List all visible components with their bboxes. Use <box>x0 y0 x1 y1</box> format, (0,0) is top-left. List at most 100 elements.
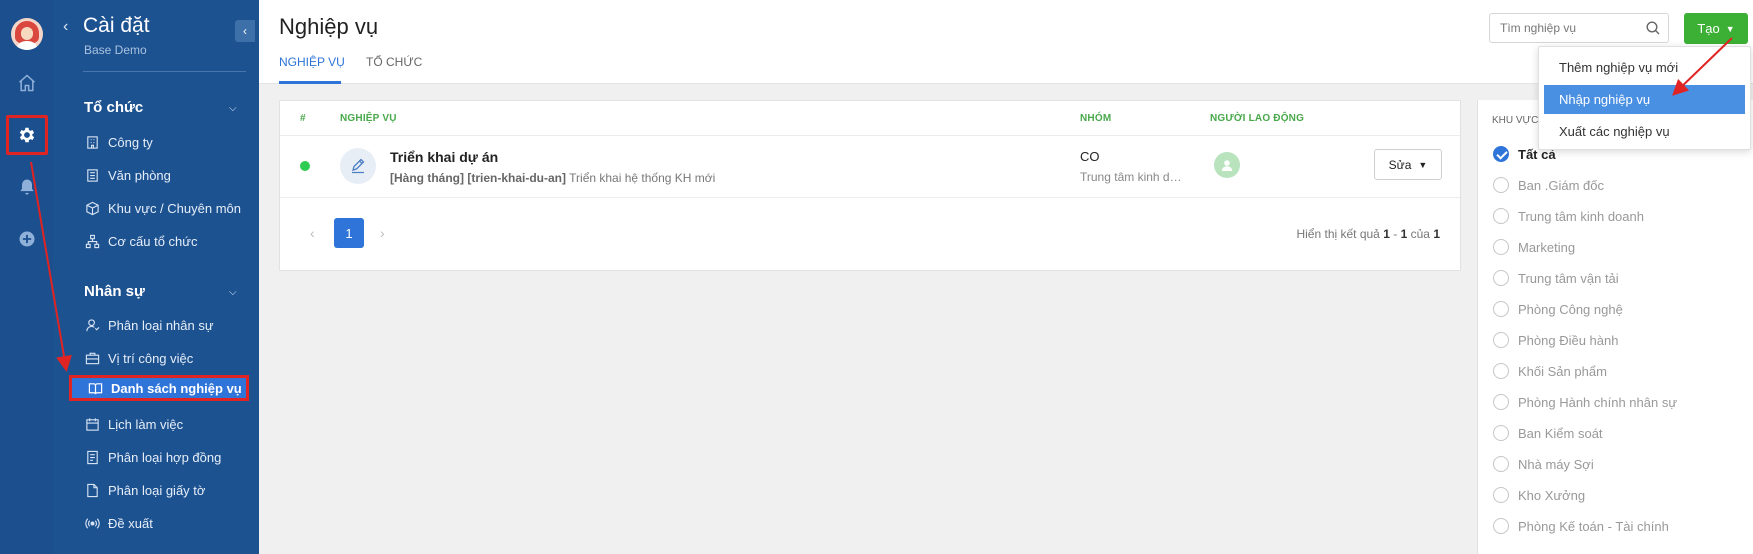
tab-nghiep-vu[interactable]: NGHIỆP VỤ <box>279 55 345 69</box>
task-name[interactable]: Triển khai dự án <box>390 149 498 165</box>
filter-option-label: Khối Sản phẩm <box>1518 363 1607 379</box>
radio-icon <box>1493 394 1509 410</box>
sidebar-item-khu-vuc[interactable]: Khu vực / Chuyên môn <box>84 195 249 221</box>
radio-icon <box>1493 177 1509 193</box>
search-input[interactable] <box>1490 14 1640 42</box>
radio-icon <box>1493 208 1509 224</box>
filter-option-label: Phòng Điều hành <box>1518 332 1619 348</box>
radio-icon <box>1493 301 1509 317</box>
tab-to-chuc[interactable]: TỔ CHỨC <box>366 55 422 69</box>
briefcase-icon <box>84 350 100 366</box>
sidebar-item-label: Phân loại hợp đồng <box>108 449 222 465</box>
radio-icon <box>1493 332 1509 348</box>
contract-icon <box>84 449 100 465</box>
sidebar-item-lich-lam-viec[interactable]: Lịch làm việc <box>84 411 249 437</box>
sidebar-item-label: Cơ cấu tổ chức <box>108 233 198 249</box>
sidebar-subtitle: Base Demo <box>84 43 147 57</box>
radio-icon <box>1493 363 1509 379</box>
radio-icon <box>1493 425 1509 441</box>
filter-option[interactable]: Ban Kiểm soát <box>1493 423 1603 443</box>
file-icon <box>84 482 100 498</box>
status-dot <box>300 161 310 171</box>
gear-highlight-box <box>6 115 48 155</box>
menu-item-label: Xuất các nghiệp vụ <box>1559 124 1670 139</box>
cube-icon <box>84 200 100 216</box>
bell-icon[interactable] <box>14 174 40 200</box>
edit-button[interactable]: Sửa ▼ <box>1374 149 1442 180</box>
caret-down-icon: ▼ <box>1725 23 1735 34</box>
avatar[interactable] <box>11 18 43 50</box>
pagination-of: của <box>1410 227 1430 241</box>
column-header-group: NHÓM <box>1080 113 1112 124</box>
create-button[interactable]: Tạo ▼ <box>1684 13 1748 44</box>
chevron-left-icon[interactable]: ‹ <box>63 18 68 36</box>
collapse-sidebar-button[interactable]: ‹ <box>235 20 255 42</box>
filter-option[interactable]: Ban .Giám đốc <box>1493 175 1604 195</box>
radio-icon <box>1493 487 1509 503</box>
sidebar-item-danh-sach-nghiep-vu[interactable]: Danh sách nghiệp vụ <box>69 375 249 401</box>
broadcast-icon <box>84 515 100 531</box>
sidebar-item-label: Vị trí công việc <box>108 350 194 366</box>
filter-option[interactable]: Trung tâm vận tải <box>1493 268 1619 288</box>
filter-option-label: Phòng Công nghệ <box>1518 301 1623 317</box>
filter-option[interactable]: Trung tâm kinh doanh <box>1493 206 1644 226</box>
worker-avatar[interactable] <box>1214 152 1240 178</box>
sidebar-item-vi-tri-cong-viec[interactable]: Vị trí công việc <box>84 345 249 371</box>
org-chart-icon <box>84 233 100 249</box>
sidebar-item-label: Phân loại nhân sự <box>108 317 214 333</box>
sidebar-item-label: Danh sách nghiệp vụ <box>111 380 242 396</box>
filter-option-label: Trung tâm vận tải <box>1518 270 1619 286</box>
menu-item-export-tasks[interactable]: Xuất các nghiệp vụ <box>1544 117 1745 146</box>
filter-option[interactable]: Nhà máy Sợi <box>1493 454 1594 474</box>
filter-option[interactable]: Marketing <box>1493 237 1575 257</box>
menu-item-import-task[interactable]: Nhập nghiệp vụ <box>1544 85 1745 114</box>
filter-option-label: Marketing <box>1518 239 1576 255</box>
chevron-left-icon[interactable]: ‹ <box>310 225 315 241</box>
calendar-icon <box>84 416 100 432</box>
office-icon <box>84 167 100 183</box>
sidebar-item-label: Công ty <box>108 134 153 150</box>
home-icon[interactable] <box>14 70 40 96</box>
sidebar-item-phan-loai-hop-dong[interactable]: Phân loại hợp đồng <box>84 444 249 470</box>
sidebar-item-phan-loai-giay-to[interactable]: Phân loại giấy tờ <box>84 477 249 503</box>
header-divider <box>280 135 1460 136</box>
column-header-index: # <box>300 113 306 124</box>
chevron-right-icon[interactable]: › <box>380 225 385 241</box>
sidebar-item-phan-loai-nhan-su[interactable]: Phân loại nhân sự <box>84 312 249 338</box>
sidebar-item-cong-ty[interactable]: Công ty <box>84 129 249 155</box>
active-tab-indicator <box>279 81 341 84</box>
page-button-current[interactable]: 1 <box>334 218 364 248</box>
filter-option[interactable]: Khối Sản phẩm <box>1493 361 1607 381</box>
sidebar-item-van-phong[interactable]: Văn phòng <box>84 162 249 188</box>
filter-heading: KHU VỰC <box>1492 115 1539 126</box>
filter-option[interactable]: Kho Xưởng <box>1493 485 1585 505</box>
chevron-down-icon[interactable]: ⌵ <box>229 287 237 298</box>
filter-option[interactable]: Phòng Hành chính nhân sự <box>1493 392 1677 412</box>
search-icon[interactable] <box>1645 20 1661 36</box>
filter-option-label: Kho Xưởng <box>1518 487 1586 503</box>
filter-option-label: Ban .Giám đốc <box>1518 177 1604 193</box>
filter-option[interactable]: Phòng Kế toán - Tài chính <box>1493 516 1669 536</box>
sidebar-item-label: Phân loại giấy tờ <box>108 482 206 498</box>
task-group: CO <box>1080 149 1100 164</box>
filter-option[interactable]: Phòng Điều hành <box>1493 330 1618 350</box>
task-meta: [Hàng tháng] [trien-khai-du-an] Triển kh… <box>390 171 715 185</box>
sidebar-item-co-cau[interactable]: Cơ cấu tổ chức <box>84 228 249 254</box>
column-header-task: NGHIỆP VỤ <box>340 113 397 124</box>
add-circle-icon[interactable] <box>14 226 40 252</box>
filter-option[interactable]: Phòng Công nghệ <box>1493 299 1623 319</box>
user-icon <box>84 317 100 333</box>
filter-option-label: Ban Kiểm soát <box>1518 425 1603 441</box>
sidebar-item-label: Văn phòng <box>108 167 171 183</box>
row-divider <box>280 197 1460 198</box>
sidebar-header: ‹ Cài đặt Base Demo ‹ <box>53 10 259 60</box>
menu-item-label: Thêm nghiệp vụ mới <box>1559 60 1679 75</box>
section-to-chuc[interactable]: Tổ chức <box>84 99 143 116</box>
radio-icon <box>1493 239 1509 255</box>
menu-item-add-task[interactable]: Thêm nghiệp vụ mới <box>1544 53 1745 82</box>
chevron-down-icon[interactable]: ⌵ <box>229 103 237 114</box>
section-nhan-su[interactable]: Nhân sự <box>84 283 145 300</box>
sidebar-item-de-xuat[interactable]: Đề xuất <box>84 510 249 536</box>
filter-option-label: Phòng Kế toán - Tài chính <box>1518 518 1669 534</box>
sidebar-item-label: Đề xuất <box>108 515 153 531</box>
